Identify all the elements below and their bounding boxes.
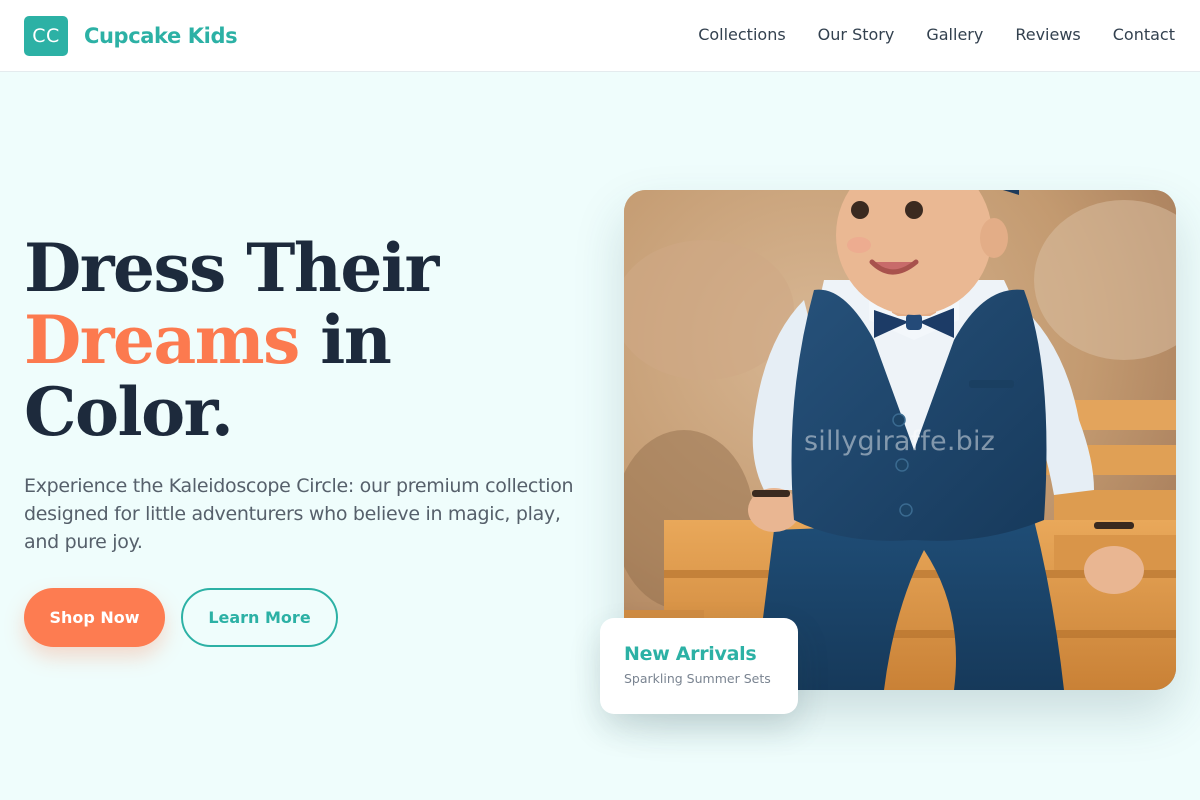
top-navigation-bar: CC Cupcake Kids Collections Our Story Ga… (0, 0, 1200, 72)
hero-photo: sillygiraffe.biz (624, 190, 1176, 690)
brand-name: Cupcake Kids (84, 24, 238, 48)
nav-link-collections[interactable]: Collections (698, 24, 785, 46)
card-subtitle: Sparkling Summer Sets (624, 671, 771, 686)
hero-headline-line1: Dress Their (24, 229, 439, 307)
new-arrivals-card[interactable]: New Arrivals Sparkling Summer Sets (600, 618, 798, 714)
nav-link-gallery[interactable]: Gallery (926, 24, 983, 46)
nav-link-our-story[interactable]: Our Story (818, 24, 895, 46)
shop-now-button[interactable]: Shop Now (24, 588, 165, 647)
hero-headline-accent: Dreams (24, 301, 300, 379)
image-watermark: sillygiraffe.biz (804, 426, 996, 457)
learn-more-button[interactable]: Learn More (181, 588, 338, 647)
card-title: New Arrivals (624, 643, 757, 665)
nav-link-reviews[interactable]: Reviews (1015, 24, 1080, 46)
hero-headline-line3: Color. (24, 373, 234, 451)
nav-links: Collections Our Story Gallery Reviews Co… (698, 24, 1175, 46)
brand-badge-icon: CC (24, 16, 68, 56)
hero-headline: Dress Their Dreams in Color. (24, 229, 439, 451)
hero-headline-in: in (298, 301, 392, 379)
nav-link-contact[interactable]: Contact (1113, 24, 1175, 46)
hero-description: Experience the Kaleidoscope Circle: our … (24, 475, 574, 553)
brand-logo-link[interactable]: CC Cupcake Kids (24, 16, 238, 56)
